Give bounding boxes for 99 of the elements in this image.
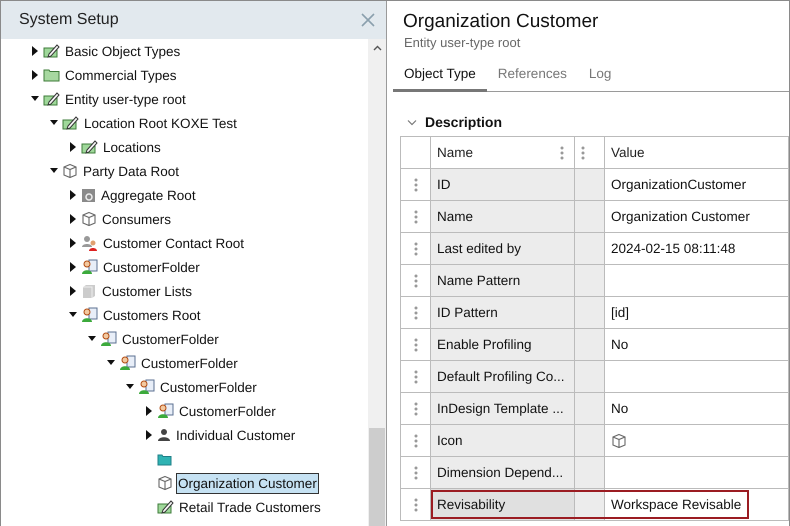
people-icon	[81, 235, 98, 251]
expand-arrow-icon[interactable]	[145, 430, 153, 440]
drag-handle-icon[interactable]	[414, 338, 418, 352]
expand-arrow-icon[interactable]	[69, 286, 77, 296]
drag-handle-icon[interactable]	[414, 434, 418, 448]
drag-handle-icon[interactable]	[414, 178, 418, 192]
person-card-icon	[119, 355, 136, 371]
folder-pencil-icon	[43, 43, 60, 59]
tree-item[interactable]: CustomerFolder	[101, 256, 202, 278]
person-card-icon	[100, 331, 117, 347]
tree-item[interactable]: Commercial Types	[63, 64, 179, 86]
tab[interactable]: References	[486, 60, 578, 92]
expand-arrow-icon[interactable]	[69, 190, 77, 200]
expand-arrow-icon[interactable]	[69, 238, 77, 248]
tree-item[interactable]: Organization Customer	[176, 472, 319, 494]
tree-item[interactable]: Consumers	[100, 208, 174, 230]
tree-item[interactable]: CustomerFolder	[158, 376, 259, 398]
tree-item[interactable]: Individual Customer	[174, 424, 298, 446]
tree-item[interactable]: Aggregate Root	[99, 184, 198, 206]
drag-handle-icon[interactable]	[414, 402, 418, 416]
table-cell: Icon	[431, 425, 575, 457]
cube-icon	[611, 432, 627, 448]
table-cell: Dimension Depend...	[431, 457, 575, 489]
table-cell: No	[605, 393, 789, 425]
spacer-cell	[575, 361, 605, 393]
drag-handle-icon[interactable]	[414, 498, 418, 512]
drag-handle-icon[interactable]	[414, 242, 418, 256]
expand-arrow-icon[interactable]	[69, 262, 77, 272]
column-header: Name	[431, 137, 575, 169]
drag-handle-icon[interactable]	[414, 210, 418, 224]
scrollbar-thumb[interactable]	[369, 428, 385, 526]
drag-handle-icon[interactable]	[414, 466, 418, 480]
drag-handle-icon[interactable]	[414, 306, 418, 320]
section-toggle[interactable]: Description	[407, 114, 789, 130]
table-cell: Organization Customer	[605, 201, 789, 233]
tree-item[interactable]: Locations	[101, 136, 163, 158]
tree-item[interactable]: CustomerFolder	[120, 328, 221, 350]
table-cell: ID Pattern	[431, 297, 575, 329]
tree-item[interactable]: Customer Contact Root	[101, 232, 246, 254]
tab[interactable]: Object Type	[393, 60, 487, 92]
panel-title: System Setup	[19, 11, 119, 29]
tree-item[interactable]: Party Data Root	[81, 160, 182, 182]
table-cell: No	[605, 329, 789, 361]
folder-pencil-icon	[157, 499, 174, 515]
person-card-icon	[81, 307, 98, 323]
spacer-cell	[575, 393, 605, 425]
tree-item[interactable]: Entity user-type root	[63, 88, 188, 110]
scrollbar[interactable]	[368, 39, 386, 526]
cube-icon	[157, 475, 173, 491]
table-cell: Enable Profiling	[431, 329, 575, 361]
detail-title: Organization Customer	[402, 10, 600, 33]
cube-icon	[62, 163, 78, 179]
folder-pencil-icon	[81, 139, 98, 155]
table-cell: Name	[431, 201, 575, 233]
table-cell: Last edited by	[431, 233, 575, 265]
tree-item[interactable]: Basic Object Types	[63, 40, 182, 62]
detail-subtitle: Entity user-type root	[403, 34, 522, 50]
spacer-cell	[575, 233, 605, 265]
spacer-cell	[575, 297, 605, 329]
drag-handle-icon[interactable]	[560, 146, 564, 160]
tree-item[interactable]: Location Root KOXE Test	[82, 112, 239, 134]
expand-arrow-icon[interactable]	[145, 406, 153, 416]
drag-handle-icon[interactable]	[414, 274, 418, 288]
table-cell: Name Pattern	[431, 265, 575, 297]
person-card-icon	[138, 379, 155, 395]
block-icon	[81, 284, 97, 298]
tree-item[interactable]: Retail Trade Customers	[177, 496, 323, 518]
tab[interactable]: Log	[578, 60, 622, 92]
table-cell: ID	[431, 169, 575, 201]
drag-handle-icon[interactable]	[414, 370, 418, 384]
folder-pencil-icon	[62, 115, 79, 131]
table-cell: 2024-02-15 08:11:48	[605, 233, 789, 265]
folder-pencil-icon	[43, 91, 60, 107]
table-cell: InDesign Template ...	[431, 393, 575, 425]
expand-arrow-icon[interactable]	[31, 70, 39, 80]
folder-icon	[43, 68, 60, 82]
spacer-cell	[575, 265, 605, 297]
scroll-up-icon[interactable]	[372, 45, 382, 51]
spacer-cell	[575, 201, 605, 233]
person-icon	[157, 428, 171, 442]
person-card-icon	[157, 403, 174, 419]
table-cell: OrganizationCustomer	[605, 169, 789, 201]
spacer-cell	[575, 457, 605, 489]
tree-item[interactable]: CustomerFolder	[177, 400, 278, 422]
tree-item[interactable]: Customer Lists	[100, 280, 194, 302]
table-cell: [id]	[605, 297, 789, 329]
drag-handle-icon[interactable]	[581, 146, 585, 160]
expand-arrow-icon[interactable]	[69, 214, 77, 224]
expand-arrow-icon[interactable]	[69, 142, 77, 152]
gear-box-icon	[81, 188, 96, 202]
person-card-icon	[81, 259, 98, 275]
spacer-cell	[575, 329, 605, 361]
expand-arrow-icon[interactable]	[31, 46, 39, 56]
column-header: Value	[605, 137, 789, 169]
tree-item[interactable]: Customers Root	[101, 304, 203, 326]
folder-icon	[157, 452, 172, 466]
cube-icon	[81, 211, 97, 227]
tree-item[interactable]: CustomerFolder	[139, 352, 240, 374]
table-cell: Default Profiling Co...	[431, 361, 575, 393]
